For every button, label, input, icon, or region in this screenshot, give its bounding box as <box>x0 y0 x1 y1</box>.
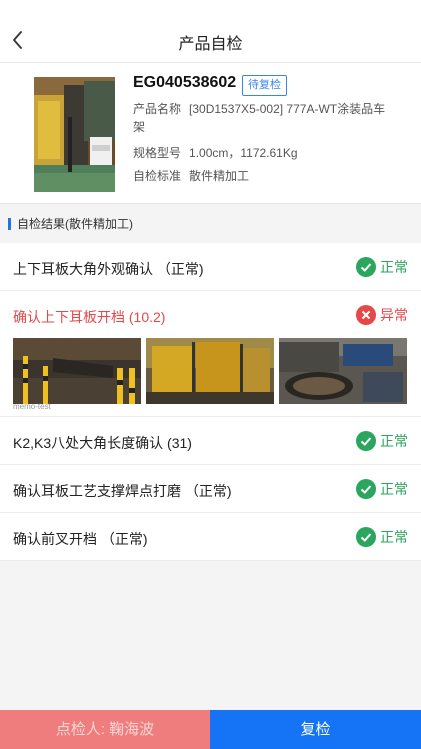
status-label: 正常 <box>380 481 408 497</box>
status-ok: 正常 <box>356 430 408 452</box>
section-title: 自检结果(散件精加工) <box>8 215 133 233</box>
check-circle-icon <box>356 257 376 277</box>
product-standard-label: 自检标准 <box>133 169 182 183</box>
check-title: 上下耳板大角外观确认 （正常) <box>13 261 204 277</box>
x-circle-icon <box>356 305 376 325</box>
product-spec-value: 1.00cm，1172.61Kg <box>189 146 298 160</box>
check-circle-icon <box>356 527 376 547</box>
status-abnormal: 异常 <box>356 304 408 326</box>
status-ok: 正常 <box>356 478 408 500</box>
recheck-button[interactable]: 复检 <box>210 710 421 749</box>
check-title: 确认上下耳板开档 (10.2) <box>13 309 166 325</box>
check-title: K2,K3八处大角长度确认 (31) <box>13 435 192 451</box>
product-spec-label: 规格型号 <box>133 146 182 160</box>
check-row[interactable]: K2,K3八处大角长度确认 (31) 正常 <box>0 417 421 465</box>
inspection-photo[interactable] <box>279 338 407 404</box>
check-list: 上下耳板大角外观确认 （正常) 正常 确认上下耳板开档 (10.2) 异常 me… <box>0 243 421 561</box>
product-code: EG040538602 <box>133 74 237 91</box>
status-label: 正常 <box>380 433 408 449</box>
check-row[interactable]: 确认前叉开档 （正常) 正常 <box>0 513 421 561</box>
product-name-row: 产品名称 [30D1537X5-002] 777A-WT涂装品车架 <box>133 100 388 136</box>
product-standard-value: 散件精加工 <box>189 169 250 183</box>
inspection-photo[interactable] <box>13 338 141 404</box>
status-label: 异常 <box>380 307 408 323</box>
product-photo[interactable] <box>34 77 115 192</box>
inspector-label: 点检人: 鞠海波 <box>0 710 210 749</box>
product-card: EG040538602 待复检 产品名称 [30D1537X5-002] 777A… <box>0 62 421 204</box>
check-row[interactable]: 确认上下耳板开档 (10.2) 异常 memo-test <box>0 291 421 417</box>
status-label: 正常 <box>380 259 408 275</box>
photo-strip: memo-test <box>0 338 421 416</box>
inspection-photo[interactable] <box>146 338 274 404</box>
photo-watermark: memo-test <box>13 402 51 411</box>
check-circle-icon <box>356 431 376 451</box>
check-circle-icon <box>356 479 376 499</box>
product-standard-row: 自检标准 散件精加工 <box>133 167 249 185</box>
status-ok: 正常 <box>356 526 408 548</box>
status-badge: 待复检 <box>242 75 287 96</box>
check-row[interactable]: 确认耳板工艺支撑焊点打磨 （正常) 正常 <box>0 465 421 513</box>
product-name-label: 产品名称 <box>133 102 182 116</box>
check-row[interactable]: 上下耳板大角外观确认 （正常) 正常 <box>0 243 421 291</box>
status-ok: 正常 <box>356 256 408 278</box>
page-title: 产品自检 <box>178 36 243 53</box>
product-spec-row: 规格型号 1.00cm，1172.61Kg <box>133 144 298 162</box>
status-label: 正常 <box>380 529 408 545</box>
nav-bar: 产品自检 <box>0 0 421 62</box>
check-title: 确认前叉开档 （正常) <box>13 531 148 547</box>
check-title: 确认耳板工艺支撑焊点打磨 （正常) <box>13 483 232 499</box>
bottom-bar: 点检人: 鞠海波 复检 <box>0 710 421 749</box>
